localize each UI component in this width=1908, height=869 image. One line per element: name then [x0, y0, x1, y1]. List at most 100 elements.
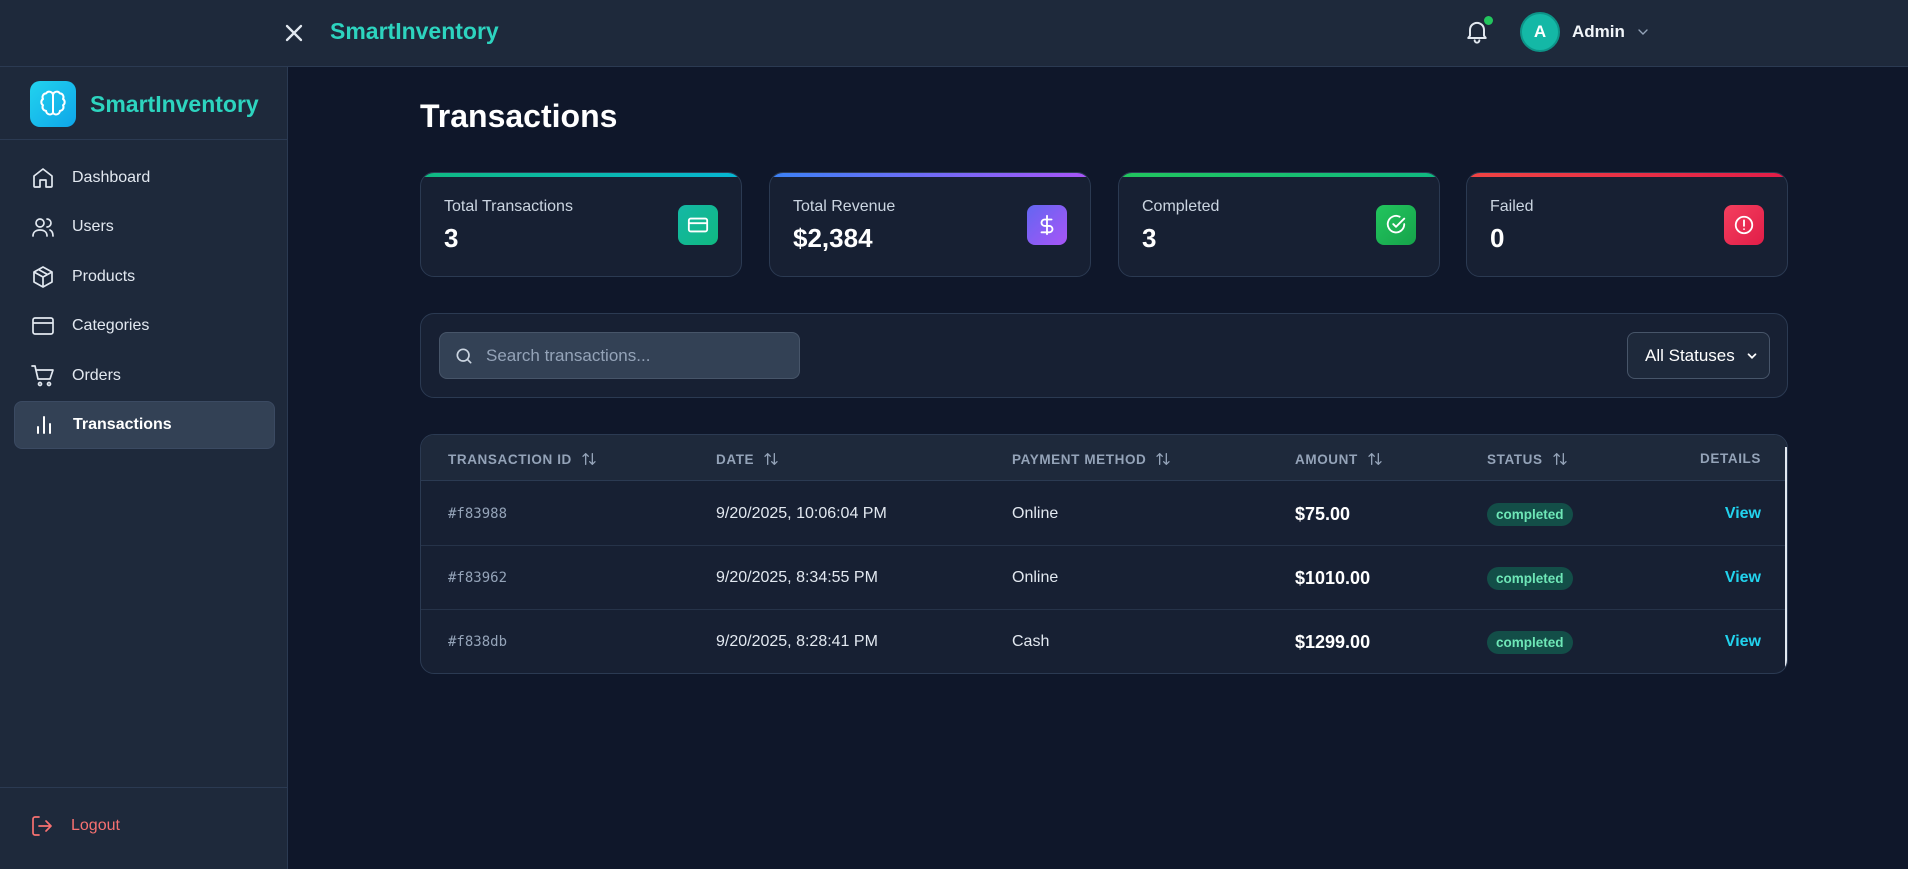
- divider: [0, 787, 288, 788]
- view-details-link[interactable]: View: [1725, 569, 1761, 587]
- sidebar-item-label: Users: [72, 218, 114, 236]
- status-badge: completed: [1487, 630, 1573, 654]
- card-accent-bar: [1119, 173, 1439, 177]
- alert-circle-icon: [1724, 205, 1764, 245]
- payment-method: Cash: [1012, 633, 1050, 650]
- transaction-date: 9/20/2025, 10:06:04 PM: [716, 505, 887, 522]
- status-cell: completed: [1487, 610, 1573, 673]
- users-icon: [32, 218, 54, 238]
- table-scrollbar[interactable]: [1785, 447, 1787, 667]
- avatar: A: [1520, 12, 1560, 52]
- app-title: SmartInventory: [330, 18, 499, 44]
- details-cell: View: [1725, 546, 1761, 610]
- transaction-id: #f83962: [448, 570, 508, 586]
- close-sidebar-button[interactable]: [280, 19, 308, 47]
- card-accent-bar: [421, 173, 741, 177]
- sidebar-item-label: Orders: [72, 366, 121, 384]
- close-icon: [285, 24, 303, 42]
- page-title: Transactions: [420, 98, 618, 134]
- transactions-table: TRANSACTION ID DATE PAYMENT METHOD AMOUN…: [420, 434, 1788, 674]
- table-header: TRANSACTION ID DATE PAYMENT METHOD AMOUN…: [421, 435, 1787, 481]
- sidebar-item-label: Transactions: [73, 415, 172, 433]
- status-cell: completed: [1487, 546, 1573, 610]
- payment-method: Online: [1012, 505, 1059, 522]
- status-cell: completed: [1487, 482, 1573, 546]
- status-badge: completed: [1487, 502, 1573, 526]
- sidebar: SmartInventory Dashboard Users Products …: [0, 67, 288, 869]
- transaction-date: 9/20/2025, 8:28:41 PM: [716, 633, 878, 650]
- amount: $1299.00: [1295, 631, 1371, 652]
- stat-value: 3: [1142, 223, 1157, 253]
- card-accent-bar: [770, 173, 1090, 177]
- top-bar: SmartInventory A Admin: [0, 0, 1908, 67]
- column-header-amount[interactable]: AMOUNT: [1295, 451, 1383, 467]
- sidebar-item-products[interactable]: Products: [14, 253, 275, 301]
- status-filter-value: All Statuses: [1645, 345, 1735, 365]
- column-header-payment-method[interactable]: PAYMENT METHOD: [1012, 451, 1171, 467]
- details-cell: View: [1725, 610, 1761, 673]
- brand-name: SmartInventory: [90, 90, 259, 117]
- column-header-details: DETAILS: [1700, 451, 1761, 466]
- sort-icon: [1368, 453, 1382, 465]
- cart-icon: [31, 364, 54, 386]
- amount: $1010.00: [1295, 567, 1371, 588]
- stat-label: Total Revenue: [793, 198, 896, 215]
- table-row: #f838db 9/20/2025, 8:28:41 PM Cash $1299…: [421, 610, 1787, 673]
- stat-label: Completed: [1142, 198, 1220, 215]
- sidebar-item-label: Products: [72, 267, 136, 285]
- user-menu[interactable]: A Admin: [1520, 11, 1651, 53]
- amount: $75.00: [1295, 503, 1351, 524]
- bar-chart-icon: [37, 415, 51, 434]
- sidebar-nav: Dashboard Users Products Categories Orde…: [14, 154, 275, 450]
- sidebar-item-orders[interactable]: Orders: [14, 352, 275, 400]
- column-header-label: AMOUNT: [1295, 451, 1358, 467]
- search-box[interactable]: [439, 332, 800, 379]
- view-details-link[interactable]: View: [1725, 633, 1761, 651]
- stat-card-failed: Failed 0: [1466, 172, 1788, 277]
- stat-label: Total Transactions: [444, 198, 573, 215]
- user-name: Admin: [1572, 22, 1625, 41]
- chevron-down-icon: [1747, 353, 1757, 359]
- logout-label: Logout: [71, 817, 120, 834]
- box-icon: [33, 265, 53, 288]
- view-details-link[interactable]: View: [1725, 505, 1761, 523]
- stat-card-total-revenue: Total Revenue $2,384: [769, 172, 1091, 277]
- stat-card-total-transactions: Total Transactions 3: [420, 172, 742, 277]
- table-row: #f83988 9/20/2025, 10:06:04 PM Online $7…: [421, 482, 1787, 546]
- logout-icon: [32, 816, 52, 836]
- sort-icon: [1156, 453, 1171, 465]
- stat-label: Failed: [1490, 198, 1534, 215]
- sidebar-item-users[interactable]: Users: [14, 203, 275, 251]
- column-header-status[interactable]: STATUS: [1487, 451, 1568, 467]
- table-row: #f83962 9/20/2025, 8:34:55 PM Online $10…: [421, 546, 1787, 610]
- details-cell: View: [1725, 482, 1761, 546]
- status-badge: completed: [1487, 566, 1573, 590]
- stat-value: 0: [1490, 223, 1505, 253]
- sort-icon: [1552, 453, 1567, 465]
- stat-card-completed: Completed 3: [1118, 172, 1440, 277]
- status-filter-select[interactable]: All Statuses: [1627, 332, 1770, 379]
- filter-panel: All Statuses: [420, 313, 1788, 398]
- search-input[interactable]: [486, 345, 786, 366]
- sidebar-item-dashboard[interactable]: Dashboard: [14, 154, 275, 202]
- column-header-transaction-id[interactable]: TRANSACTION ID: [448, 451, 597, 467]
- payment-method: Online: [1012, 569, 1059, 586]
- notification-dot: [1484, 16, 1493, 25]
- column-header-label: PAYMENT METHOD: [1012, 451, 1147, 467]
- stat-value: 3: [444, 223, 459, 253]
- sidebar-item-label: Dashboard: [72, 169, 151, 186]
- sidebar-item-categories[interactable]: Categories: [14, 302, 275, 350]
- credit-card-icon: [678, 205, 718, 245]
- sidebar-item-transactions[interactable]: Transactions: [14, 400, 275, 449]
- logout-button[interactable]: Logout: [30, 814, 120, 838]
- transaction-id: #f83988: [448, 506, 508, 522]
- column-header-label: DETAILS: [1700, 451, 1761, 466]
- brand[interactable]: SmartInventory: [30, 81, 259, 127]
- sidebar-item-label: Categories: [72, 317, 150, 335]
- column-header-date[interactable]: DATE: [716, 451, 779, 467]
- chevron-down-icon: [1638, 29, 1648, 35]
- window-icon: [32, 317, 54, 336]
- column-header-label: STATUS: [1487, 451, 1543, 467]
- sort-icon: [764, 453, 778, 465]
- check-circle-icon: [1376, 205, 1416, 245]
